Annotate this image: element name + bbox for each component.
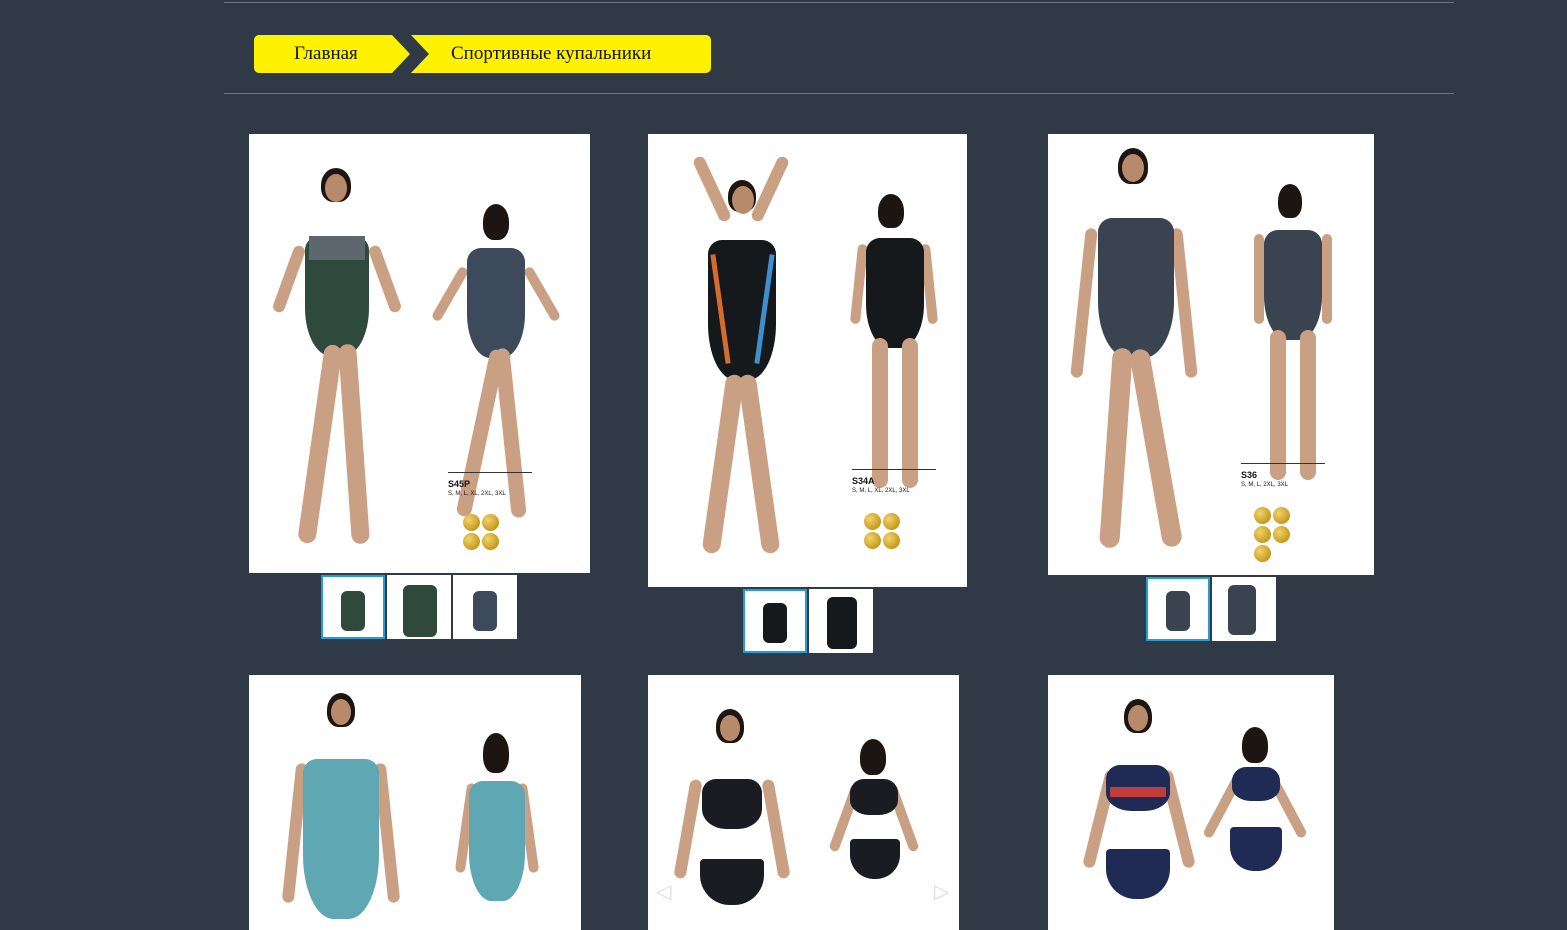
- thumbnail[interactable]: [1212, 577, 1276, 641]
- product-sizes: S, M, L, XL, 2XL, 3XL: [448, 491, 506, 497]
- feature-icon: [1273, 507, 1290, 524]
- product-label: S45P S, M, L, XL, 2XL, 3XL: [448, 472, 532, 497]
- product-sizes: S, M, L, 2XL, 3XL: [1241, 482, 1289, 488]
- feature-icon: [864, 513, 881, 530]
- thumbnail[interactable]: [1146, 577, 1210, 641]
- product-main-image[interactable]: S34A S, M, L, XL, 2XL, 3XL: [648, 134, 967, 587]
- thumbnail[interactable]: [809, 589, 873, 653]
- thumbnail-strip: [1146, 577, 1276, 641]
- feature-icons: [463, 514, 499, 550]
- product-main-image[interactable]: [1048, 675, 1334, 930]
- thumbnail[interactable]: [387, 575, 451, 639]
- feature-icon: [463, 514, 480, 531]
- feature-icon: [1254, 526, 1271, 543]
- product-code: S36: [1241, 470, 1258, 480]
- breadcrumb-category-link[interactable]: Спортивные купальники: [411, 35, 711, 73]
- feature-icons: [864, 513, 900, 549]
- carousel-next-icon[interactable]: ▷: [934, 879, 949, 903]
- product-main-image[interactable]: [249, 675, 581, 930]
- thumbnail[interactable]: [453, 575, 517, 639]
- feature-icon: [1254, 545, 1271, 562]
- feature-icon: [482, 514, 499, 531]
- breadcrumb-home-link[interactable]: Главная: [254, 35, 410, 73]
- feature-icon: [883, 513, 900, 530]
- feature-icon: [864, 532, 881, 549]
- feature-icon: [1254, 507, 1271, 524]
- breadcrumb-divider: [224, 93, 1454, 94]
- thumbnail[interactable]: [321, 575, 385, 639]
- product-main-image[interactable]: ◁ ▷: [648, 675, 959, 930]
- product-main-image[interactable]: S45P S, M, L, XL, 2XL, 3XL: [249, 134, 590, 573]
- top-divider: [224, 2, 1454, 3]
- feature-icons: [1254, 507, 1290, 562]
- feature-icon: [883, 532, 900, 549]
- product-label: S36 S, M, L, 2XL, 3XL: [1241, 463, 1325, 488]
- thumbnail-strip: [321, 575, 517, 639]
- feature-icon: [1273, 526, 1290, 543]
- thumbnail[interactable]: [743, 589, 807, 653]
- product-label: S34A S, M, L, XL, 2XL, 3XL: [852, 469, 936, 494]
- product-code: S34A: [852, 476, 875, 486]
- feature-icon: [463, 533, 480, 550]
- product-sizes: S, M, L, XL, 2XL, 3XL: [852, 488, 910, 494]
- carousel-prev-icon[interactable]: ◁: [656, 879, 671, 903]
- product-main-image[interactable]: S36 S, M, L, 2XL, 3XL: [1048, 134, 1374, 575]
- product-code: S45P: [448, 479, 471, 489]
- thumbnail-strip: [743, 589, 873, 653]
- feature-icon: [482, 533, 499, 550]
